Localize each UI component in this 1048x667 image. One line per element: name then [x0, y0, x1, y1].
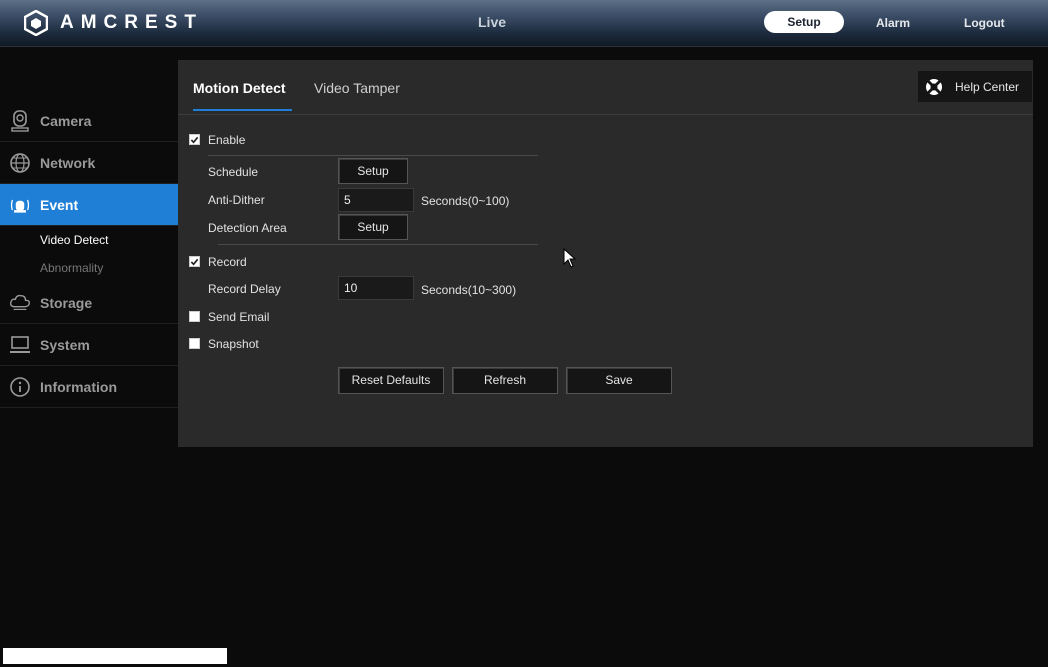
sidebar-item-camera[interactable]: Camera — [0, 100, 178, 142]
motion-detect-panel: Motion Detect Video Tamper Help Center E… — [178, 60, 1033, 447]
info-icon — [9, 376, 31, 398]
snapshot-label: Snapshot — [208, 337, 259, 351]
anti-dither-unit: Seconds(0~100) — [421, 194, 510, 208]
tab-motion-detect[interactable]: Motion Detect — [193, 80, 292, 111]
section-divider — [208, 155, 538, 156]
event-alarm-icon — [9, 194, 31, 216]
anti-dither-label: Anti-Dither — [208, 193, 265, 207]
refresh-button[interactable]: Refresh — [452, 367, 558, 394]
anti-dither-input[interactable]: 5 — [338, 188, 414, 212]
nav-logout[interactable]: Logout — [964, 16, 1005, 30]
sidebar-item-label: Event — [40, 196, 79, 213]
tab-bar: Motion Detect Video Tamper Help Center — [178, 60, 1033, 115]
camera-icon — [9, 109, 31, 132]
sidebar-subitem-video-detect[interactable]: Video Detect — [0, 226, 178, 254]
sidebar-item-label: Storage — [40, 294, 93, 311]
help-center-label: Help Center — [955, 79, 1020, 94]
mouse-cursor-icon — [563, 248, 577, 268]
enable-label: Enable — [208, 133, 246, 147]
sidebar-item-label: System — [40, 336, 90, 353]
record-label: Record — [208, 255, 247, 269]
record-delay-input[interactable]: 10 — [338, 276, 414, 300]
reset-defaults-button[interactable]: Reset Defaults — [338, 367, 444, 394]
detection-area-label: Detection Area — [208, 221, 287, 235]
amcrest-logo-icon — [24, 10, 48, 36]
system-monitor-icon — [9, 334, 31, 356]
check-icon — [190, 136, 199, 143]
sidebar-item-information[interactable]: Information — [0, 366, 178, 408]
sidebar-item-storage[interactable]: Storage — [0, 282, 178, 324]
tab-video-tamper[interactable]: Video Tamper — [314, 80, 400, 96]
check-icon — [190, 258, 199, 265]
schedule-setup-button[interactable]: Setup — [338, 158, 408, 184]
white-bar — [3, 648, 227, 664]
snapshot-checkbox[interactable] — [189, 338, 200, 349]
send-email-label: Send Email — [208, 310, 270, 324]
enable-checkbox[interactable] — [189, 134, 200, 145]
sidebar-item-event[interactable]: Event — [0, 184, 187, 226]
top-bar: AMCREST Live Setup Alarm Logout — [0, 0, 1048, 47]
sidebar: Camera Network Event Video Detect Abnorm… — [0, 100, 187, 408]
record-delay-unit: Seconds(10~300) — [421, 283, 517, 297]
nav-live[interactable]: Live — [478, 14, 506, 30]
network-icon — [9, 152, 31, 174]
logo-text: AMCREST — [60, 12, 203, 33]
sidebar-item-label: Camera — [40, 112, 92, 129]
sidebar-item-system[interactable]: System — [0, 324, 178, 366]
send-email-checkbox[interactable] — [189, 311, 200, 322]
nav-alarm[interactable]: Alarm — [876, 16, 910, 30]
sidebar-item-label: Network — [40, 154, 96, 171]
record-checkbox[interactable] — [189, 256, 200, 267]
amcrest-logo: AMCREST — [24, 10, 203, 36]
detection-area-setup-button[interactable]: Setup — [338, 214, 408, 240]
nav-setup[interactable]: Setup — [764, 11, 844, 33]
sidebar-subitem-abnormality[interactable]: Abnormality — [0, 254, 178, 282]
help-center-button[interactable]: Help Center — [918, 71, 1032, 102]
record-delay-label: Record Delay — [208, 282, 281, 296]
help-lifebuoy-icon — [926, 78, 942, 95]
schedule-label: Schedule — [208, 165, 259, 179]
sidebar-item-network[interactable]: Network — [0, 142, 178, 184]
section-divider — [218, 244, 538, 245]
sidebar-item-label: Information — [40, 378, 117, 395]
storage-cloud-icon — [9, 292, 31, 314]
save-button[interactable]: Save — [566, 367, 672, 394]
